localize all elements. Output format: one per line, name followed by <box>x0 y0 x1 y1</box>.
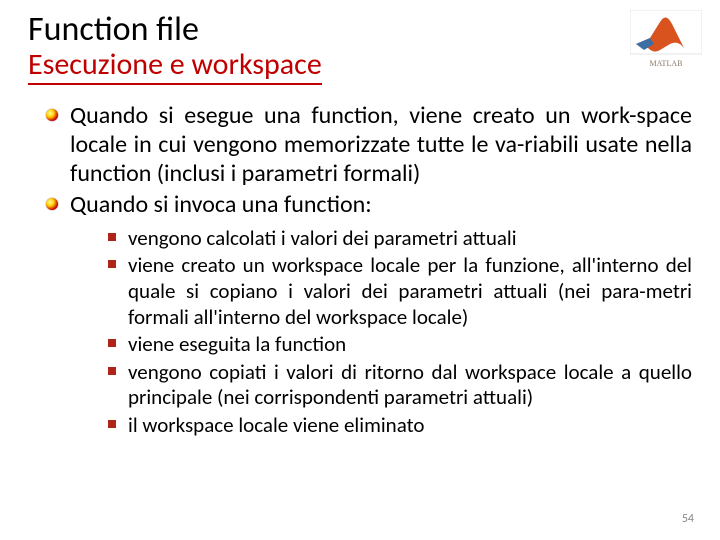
list-item: il workspace locale viene eliminato <box>108 413 692 439</box>
list-item-text: vengono copiati i valori di ritorno dal … <box>128 359 692 411</box>
page-number: 54 <box>682 512 694 526</box>
list-item: vengono copiati i valori di ritorno dal … <box>108 360 692 411</box>
matlab-logo: MATLAB <box>630 10 702 70</box>
slide-title: Function file Esecuzione e workspace <box>28 12 692 85</box>
list-item: Quando si invoca una function: vengono c… <box>46 190 692 438</box>
list-item: vengono calcolati i valori dei parametri… <box>108 226 692 252</box>
svg-text:MATLAB: MATLAB <box>650 59 683 68</box>
bullet-list-level2: vengono calcolati i valori dei parametri… <box>108 226 692 439</box>
list-item-text: Quando si invoca una function: <box>70 190 372 219</box>
list-item-text: vengono calcolati i valori dei parametri… <box>128 225 517 251</box>
list-item: viene eseguita la function <box>108 332 692 358</box>
title-text: Function file <box>28 12 692 48</box>
list-item-text: viene creato un workspace locale per la … <box>128 252 692 329</box>
list-item-text: viene eseguita la function <box>128 331 346 357</box>
bullet-list-level1: Quando si esegue una function, viene cre… <box>46 101 692 439</box>
list-item: viene creato un workspace locale per la … <box>108 253 692 330</box>
list-item-text: Quando si esegue una function, viene cre… <box>70 101 692 189</box>
list-item-text: il workspace locale viene eliminato <box>128 412 424 438</box>
list-item: Quando si esegue una function, viene cre… <box>46 101 692 189</box>
slide: MATLAB Function file Esecuzione e worksp… <box>0 0 720 540</box>
content-area: Quando si esegue una function, viene cre… <box>28 101 692 439</box>
subtitle-text: Esecuzione e workspace <box>28 46 322 85</box>
